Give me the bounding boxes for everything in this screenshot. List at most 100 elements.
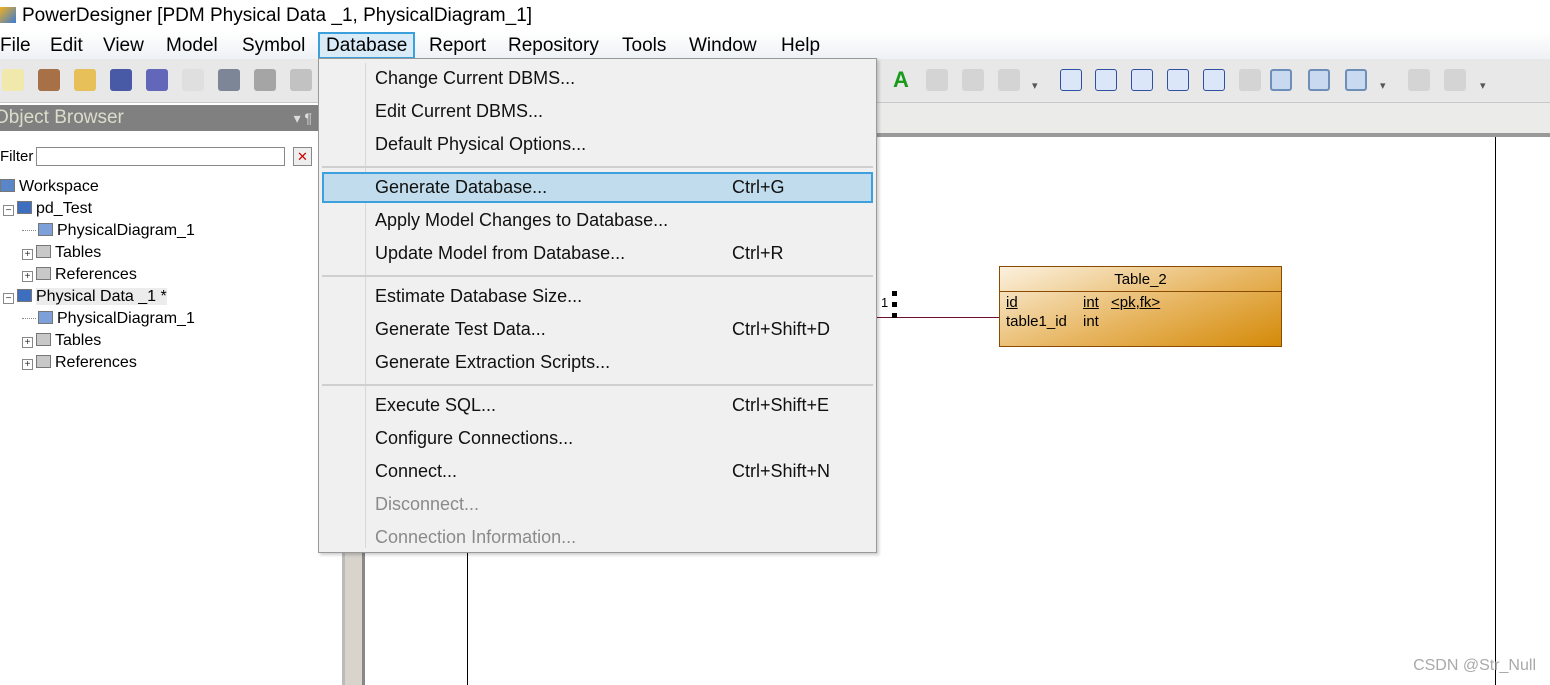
save-all-icon[interactable] — [146, 69, 168, 91]
menu-item-update-model-from-database[interactable]: Update Model from Database... Ctrl+R — [322, 238, 873, 269]
title-bar: PowerDesigner [PDM Physical Data _1, Phy… — [0, 0, 1550, 32]
tree-item-label: PhysicalDiagram_1 — [57, 310, 195, 327]
database-menu-dropdown: Change Current DBMS... Edit Current DBMS.… — [318, 58, 877, 553]
model-icon — [17, 289, 32, 302]
menu-edit[interactable]: Edit — [44, 32, 89, 59]
collapse-icon[interactable]: − — [3, 205, 14, 216]
model-icon — [17, 201, 32, 214]
selection-handle[interactable] — [892, 302, 897, 307]
model-icon[interactable] — [1239, 69, 1261, 91]
menu-tools[interactable]: Tools — [616, 32, 672, 59]
collapse-icon[interactable]: − — [3, 293, 14, 304]
menu-item-change-current-dbms[interactable]: Change Current DBMS... — [322, 63, 873, 94]
grid-icon[interactable] — [1345, 69, 1367, 91]
menu-item-default-physical-options[interactable]: Default Physical Options... — [322, 129, 873, 160]
menu-model[interactable]: Model — [160, 32, 224, 59]
object-tree: Workspace − pd_Test PhysicalDiagram_1 + Table… — [0, 176, 318, 685]
tree-item[interactable]: Workspace — [0, 176, 99, 198]
expand-icon[interactable]: + — [22, 271, 33, 282]
expand-icon[interactable]: + — [22, 249, 33, 260]
clear-filter-icon[interactable]: ✕ — [293, 147, 312, 166]
selection-handle[interactable] — [892, 291, 897, 296]
menu-help[interactable]: Help — [775, 32, 826, 59]
print-preview-icon[interactable] — [182, 69, 204, 91]
table-symbol[interactable]: Table_2 id int <pk,fk> table1_id int — [999, 266, 1282, 347]
filter-row: Filter ✕ — [0, 144, 318, 170]
menu-item-connect[interactable]: Connect... Ctrl+Shift+N — [322, 456, 873, 487]
redo-icon[interactable] — [998, 69, 1020, 91]
tree-item[interactable]: PhysicalDiagram_1 — [22, 220, 195, 242]
tree-item-label: Workspace — [19, 178, 99, 195]
tree-item[interactable]: − pd_Test — [3, 198, 92, 220]
expand-icon[interactable]: + — [22, 359, 33, 370]
object-browser-header: Object Browser ▾ ¶ — [0, 105, 318, 131]
undo-icon[interactable] — [962, 69, 984, 91]
tree-item[interactable]: + References — [22, 264, 137, 286]
copy-icon[interactable] — [290, 69, 312, 91]
print-icon[interactable] — [218, 69, 240, 91]
menu-item-generate-database[interactable]: Generate Database... Ctrl+G — [322, 172, 873, 203]
folder-icon — [36, 267, 51, 280]
pin-icon[interactable]: ▾ ¶ — [294, 105, 312, 131]
tree-item[interactable]: + References — [22, 352, 137, 374]
menu-item-estimate-database-size[interactable]: Estimate Database Size... — [322, 281, 873, 312]
pages-icon[interactable] — [1167, 69, 1189, 91]
diagram-icon[interactable] — [1060, 69, 1082, 91]
column-type: int — [1083, 294, 1099, 311]
menu-item-connection-information[interactable]: Connection Information... — [322, 522, 873, 553]
tree-item[interactable]: + Tables — [22, 330, 101, 352]
toolbar-overflow-icon[interactable]: ▾ — [1032, 79, 1042, 101]
reference-cardinality: 1 — [881, 295, 889, 310]
menu-item-label: Configure Connections... — [375, 428, 574, 448]
page-icon[interactable] — [1131, 69, 1153, 91]
filter-input[interactable] — [36, 147, 285, 166]
menu-file[interactable]: File — [0, 32, 37, 59]
menu-item-label: Default Physical Options... — [375, 134, 587, 154]
generate-icon[interactable] — [1203, 69, 1225, 91]
menu-separator — [322, 166, 873, 168]
selection-handle[interactable] — [892, 313, 897, 318]
app-icon — [0, 7, 16, 23]
new-icon[interactable] — [2, 69, 24, 91]
print-icon[interactable] — [1444, 69, 1466, 91]
menu-symbol[interactable]: Symbol — [236, 32, 311, 59]
tree-item[interactable]: − Physical Data _1 * — [3, 286, 167, 308]
cut-icon[interactable] — [254, 69, 276, 91]
menu-item-disconnect[interactable]: Disconnect... — [322, 489, 873, 520]
column-name: id — [1006, 294, 1018, 311]
menu-item-execute-sql[interactable]: Execute SQL... Ctrl+Shift+E — [322, 390, 873, 421]
print-preview-icon[interactable] — [1408, 69, 1430, 91]
menu-report[interactable]: Report — [423, 32, 492, 59]
menu-item-edit-current-dbms[interactable]: Edit Current DBMS... — [322, 96, 873, 127]
comment-icon[interactable] — [1308, 69, 1330, 91]
toolbar-overflow-icon[interactable]: ▾ — [1380, 79, 1390, 101]
menu-view[interactable]: View — [97, 32, 150, 59]
import-icon[interactable] — [926, 69, 948, 91]
menu-item-label: Execute SQL... — [375, 395, 497, 415]
open-icon[interactable] — [74, 69, 96, 91]
folder-icon — [36, 355, 51, 368]
font-icon[interactable]: A — [890, 69, 912, 91]
diagram-icon — [38, 311, 53, 324]
zoom-icon[interactable] — [1270, 69, 1292, 91]
tree-connector — [22, 230, 36, 232]
menu-item-label: Apply Model Changes to Database... — [375, 210, 669, 230]
tree-item[interactable]: PhysicalDiagram_1 — [22, 308, 195, 330]
menu-item-generate-extraction-scripts[interactable]: Generate Extraction Scripts... — [322, 347, 873, 378]
column-name: table1_id — [1006, 313, 1067, 330]
table-diagram-icon[interactable] — [1095, 69, 1117, 91]
menu-window[interactable]: Window — [683, 32, 763, 59]
tree-item-label: References — [55, 354, 137, 371]
menu-item-configure-connections[interactable]: Configure Connections... — [322, 423, 873, 454]
menu-item-shortcut: Ctrl+Shift+N — [732, 461, 831, 481]
menu-item-label: Edit Current DBMS... — [375, 101, 544, 121]
menu-item-generate-test-data[interactable]: Generate Test Data... Ctrl+Shift+D — [322, 314, 873, 345]
expand-icon[interactable]: + — [22, 337, 33, 348]
toolbar-overflow-icon[interactable]: ▾ — [1480, 79, 1490, 101]
new-project-icon[interactable] — [38, 69, 60, 91]
tree-item[interactable]: + Tables — [22, 242, 101, 264]
menu-item-apply-model-changes-to-database[interactable]: Apply Model Changes to Database... — [322, 205, 873, 236]
save-icon[interactable] — [110, 69, 132, 91]
menu-database[interactable]: Database — [318, 32, 416, 59]
menu-repository[interactable]: Repository — [502, 32, 605, 59]
